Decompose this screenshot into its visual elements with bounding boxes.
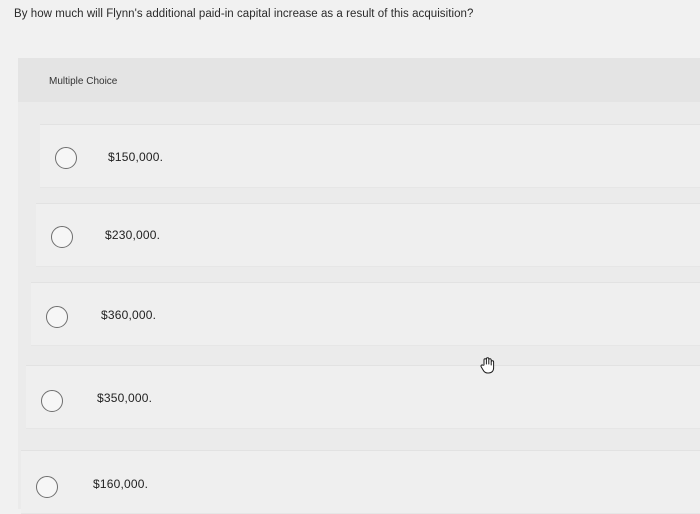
hand-pointer-icon (478, 356, 498, 376)
multiple-choice-header: Multiple Choice (18, 58, 700, 102)
answer-option-5[interactable]: $160,000. (21, 450, 700, 514)
radio-unselected-icon[interactable] (41, 390, 63, 412)
radio-unselected-icon[interactable] (55, 147, 77, 169)
answer-option-3[interactable]: $360,000. (31, 282, 700, 346)
answer-option-4[interactable]: $350,000. (26, 365, 700, 429)
option-label: $350,000. (97, 391, 153, 405)
option-label: $150,000. (108, 150, 164, 164)
multiple-choice-label: Multiple Choice (49, 76, 118, 87)
option-label: $160,000. (93, 477, 149, 491)
option-label: $360,000. (101, 308, 157, 322)
option-label: $230,000. (105, 228, 161, 242)
multiple-choice-panel: Multiple Choice $150,000. $230,000. $360… (18, 58, 700, 514)
radio-unselected-icon[interactable] (46, 306, 68, 328)
answer-option-2[interactable]: $230,000. (36, 203, 700, 267)
radio-unselected-icon[interactable] (36, 476, 58, 498)
question-text: By how much will Flynn's additional paid… (14, 8, 474, 20)
radio-unselected-icon[interactable] (51, 226, 73, 248)
answer-option-1[interactable]: $150,000. (40, 124, 700, 188)
